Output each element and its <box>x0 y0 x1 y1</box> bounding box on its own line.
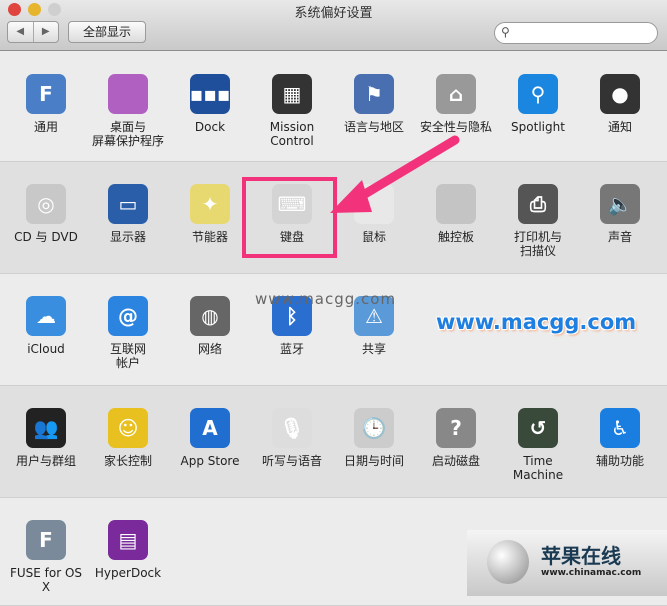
logo-url: www.chinamac.com <box>541 568 642 578</box>
watermark-large: www.macgg.com <box>436 310 637 334</box>
watermark-small: www.macgg.com <box>255 290 397 308</box>
apple-logo-icon <box>487 540 529 584</box>
chinamac-logo: 苹果在线 www.chinamac.com <box>467 530 667 596</box>
logo-name: 苹果在线 <box>541 544 621 568</box>
